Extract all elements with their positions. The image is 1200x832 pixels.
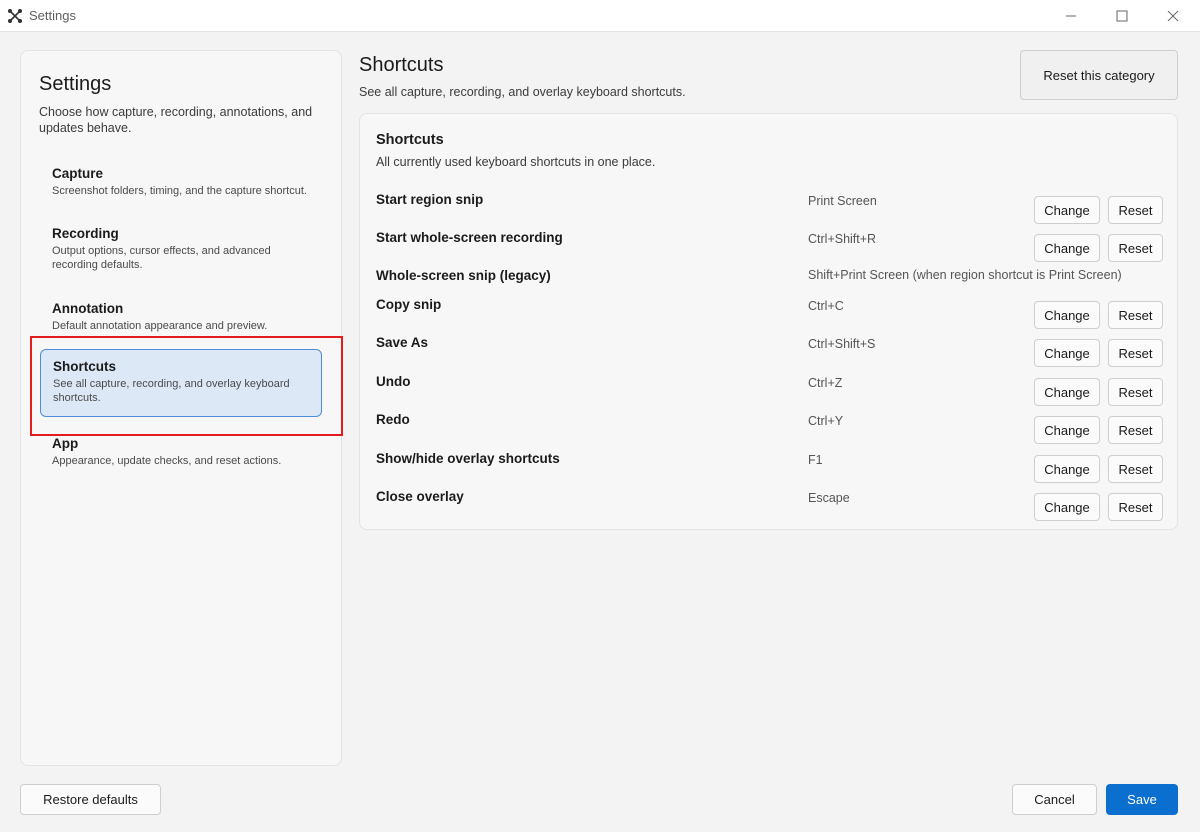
panel-description: All currently used keyboard shortcuts in… — [376, 155, 656, 169]
cancel-button[interactable]: Cancel — [1012, 784, 1097, 815]
shortcut-key: Ctrl+Shift+S — [808, 337, 876, 351]
shortcut-key: Ctrl+Y — [808, 414, 844, 428]
sidebar-item-recording[interactable]: Recording Output options, cursor effects… — [40, 224, 322, 280]
snip-cross-icon — [7, 8, 23, 24]
close-button[interactable] — [1148, 0, 1198, 32]
shortcut-label: Show/hide overlay shortcuts — [376, 451, 560, 466]
sidebar-title: Settings — [39, 73, 112, 95]
shortcut-label: Start whole-screen recording — [376, 230, 563, 245]
panel-title: Shortcuts — [376, 132, 444, 148]
sidebar-item-title: App — [52, 436, 79, 451]
sidebar-item-annotation[interactable]: Annotation Default annotation appearance… — [40, 299, 322, 343]
sidebar-item-subtitle: Output options, cursor effects, and adva… — [52, 245, 271, 271]
shortcut-label: Close overlay — [376, 489, 464, 504]
shortcut-row-show-hide-overlay: Show/hide overlay shortcuts F1 Change Re… — [360, 451, 1177, 483]
maximize-icon — [1116, 10, 1128, 22]
sidebar-item-title: Capture — [52, 166, 104, 181]
sidebar-item-subtitle: Appearance, update checks, and reset act… — [52, 455, 282, 467]
shortcut-key: Escape — [808, 491, 850, 505]
reset-button[interactable]: Reset — [1108, 234, 1163, 262]
sidebar-item-shortcuts[interactable]: Shortcuts See all capture, recording, an… — [40, 349, 322, 417]
change-button[interactable]: Change — [1034, 339, 1100, 367]
sidebar-item-subtitle: Screenshot folders, timing, and the capt… — [52, 185, 307, 197]
shortcut-key: Ctrl+C — [808, 299, 844, 313]
shortcut-label: Save As — [376, 335, 429, 350]
sidebar-item-title: Recording — [52, 226, 119, 241]
shortcut-key: F1 — [808, 453, 823, 467]
shortcut-label: Copy snip — [376, 297, 442, 312]
shortcut-label: Whole-screen snip (legacy) — [376, 268, 551, 283]
reset-button[interactable]: Reset — [1108, 493, 1163, 521]
change-button[interactable]: Change — [1034, 196, 1100, 224]
shortcut-row-close-overlay: Close overlay Escape Change Reset — [360, 489, 1177, 521]
settings-sidebar: Settings Choose how capture, recording, … — [20, 50, 342, 766]
reset-button[interactable]: Reset — [1108, 378, 1163, 406]
shortcut-row-start-region-snip: Start region snip Print Screen Change Re… — [360, 192, 1177, 224]
restore-defaults-button[interactable]: Restore defaults — [20, 784, 161, 815]
sidebar-item-capture[interactable]: Capture Screenshot folders, timing, and … — [40, 164, 322, 208]
shortcut-row-undo: Undo Ctrl+Z Change Reset — [360, 374, 1177, 406]
maximize-button[interactable] — [1097, 0, 1147, 32]
change-button[interactable]: Change — [1034, 301, 1100, 329]
shortcut-row-whole-screen-snip-legacy: Whole-screen snip (legacy) Shift+Print S… — [360, 268, 1177, 290]
sidebar-item-app[interactable]: App Appearance, update checks, and reset… — [40, 434, 322, 478]
shortcut-key: Shift+Print Screen (when region shortcut… — [808, 268, 1122, 282]
shortcuts-panel: Shortcuts All currently used keyboard sh… — [359, 113, 1178, 530]
change-button[interactable]: Change — [1034, 455, 1100, 483]
shortcut-label: Redo — [376, 412, 410, 427]
reset-button[interactable]: Reset — [1108, 301, 1163, 329]
settings-window: Settings Settings Choose how capture, re… — [0, 0, 1200, 832]
reset-button[interactable]: Reset — [1108, 196, 1163, 224]
sidebar-item-title: Annotation — [52, 301, 124, 316]
page-description: See all capture, recording, and overlay … — [359, 85, 686, 99]
reset-button[interactable]: Reset — [1108, 416, 1163, 444]
change-button[interactable]: Change — [1034, 493, 1100, 521]
change-button[interactable]: Change — [1034, 378, 1100, 406]
sidebar-description: Choose how capture, recording, annotatio… — [39, 105, 313, 135]
shortcut-label: Start region snip — [376, 192, 484, 207]
change-button[interactable]: Change — [1034, 416, 1100, 444]
sidebar-item-title: Shortcuts — [53, 359, 117, 374]
shortcut-row-copy-snip: Copy snip Ctrl+C Change Reset — [360, 297, 1177, 329]
window-title: Settings — [29, 8, 76, 23]
shortcut-label: Undo — [376, 374, 411, 389]
sidebar-item-subtitle: See all capture, recording, and overlay … — [53, 378, 290, 404]
shortcut-row-whole-screen-recording: Start whole-screen recording Ctrl+Shift+… — [360, 230, 1177, 262]
title-bar: Settings — [0, 0, 1200, 32]
reset-button[interactable]: Reset — [1108, 455, 1163, 483]
shortcut-row-save-as: Save As Ctrl+Shift+S Change Reset — [360, 335, 1177, 367]
change-button[interactable]: Change — [1034, 234, 1100, 262]
shortcut-row-redo: Redo Ctrl+Y Change Reset — [360, 412, 1177, 444]
page-title: Shortcuts — [359, 54, 444, 76]
reset-category-button[interactable]: Reset this category — [1020, 50, 1178, 100]
minimize-icon — [1065, 10, 1077, 22]
save-button[interactable]: Save — [1106, 784, 1178, 815]
reset-button[interactable]: Reset — [1108, 339, 1163, 367]
shortcut-key: Print Screen — [808, 194, 877, 208]
minimize-button[interactable] — [1046, 0, 1096, 32]
sidebar-item-subtitle: Default annotation appearance and previe… — [52, 320, 268, 332]
shortcut-key: Ctrl+Z — [808, 376, 843, 390]
shortcut-key: Ctrl+Shift+R — [808, 232, 877, 246]
close-icon — [1167, 10, 1179, 22]
